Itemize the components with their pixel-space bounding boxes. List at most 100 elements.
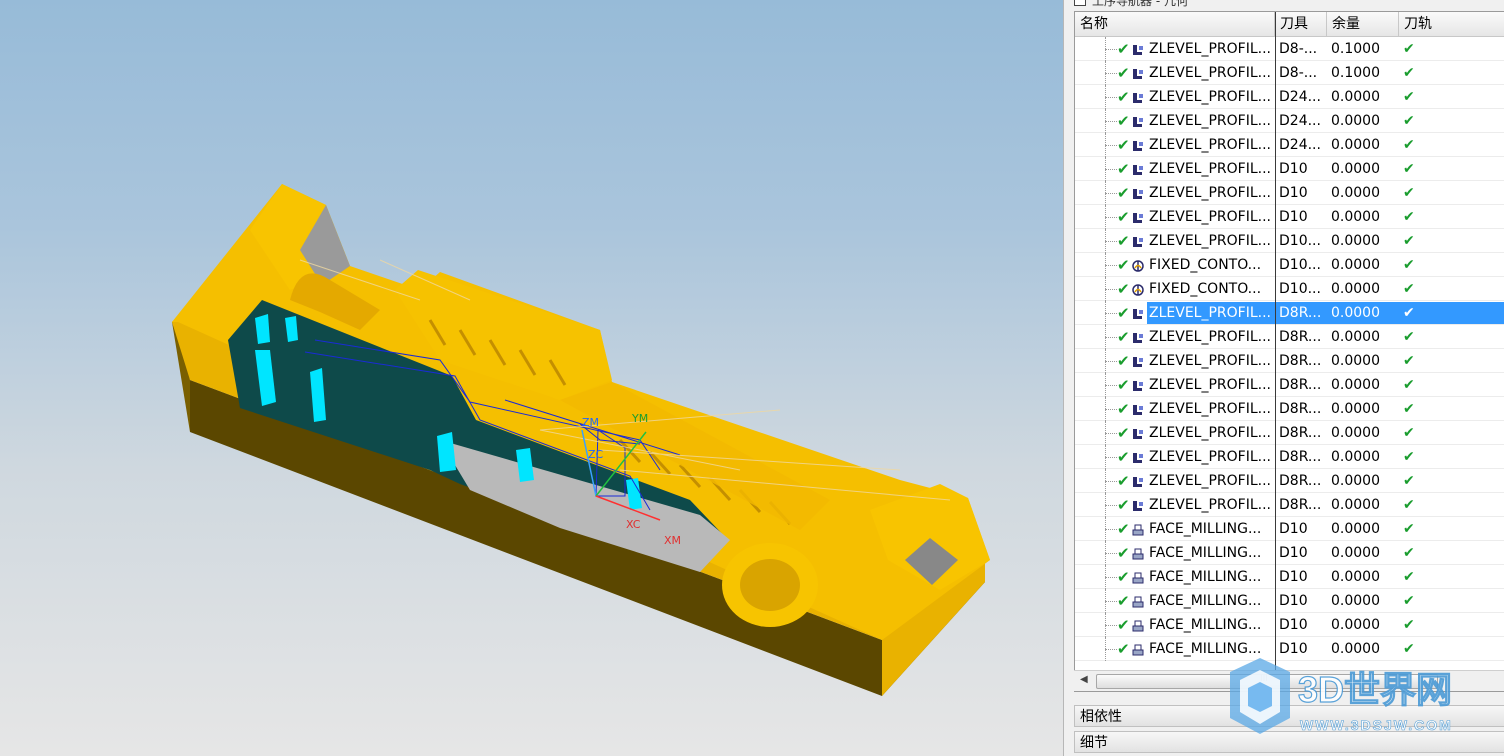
table-row[interactable]: ✔ ZLEVEL_PROFIL... D24... 0.0000 ✔ bbox=[1075, 85, 1504, 109]
operation-name[interactable]: FIXED_CONTO... bbox=[1147, 254, 1277, 276]
operation-stock: 0.0000 bbox=[1331, 401, 1380, 417]
operation-tool: D8-... bbox=[1279, 41, 1318, 57]
operation-name[interactable]: ZLEVEL_PROFIL... bbox=[1147, 134, 1277, 156]
mold-model-render: ZM YM ZC XC XM bbox=[172, 184, 990, 696]
table-row[interactable]: ✔ ZLEVEL_PROFIL... D8R... 0.0000 ✔ bbox=[1075, 421, 1504, 445]
toolpath-status-icon: ✔ bbox=[1403, 41, 1415, 57]
table-row[interactable]: ✔ FACE_MILLING... D10 0.0000 ✔ bbox=[1075, 517, 1504, 541]
operation-name[interactable]: FACE_MILLING... bbox=[1147, 614, 1277, 636]
table-row[interactable]: ✔ FACE_MILLING... D10 0.0000 ✔ bbox=[1075, 541, 1504, 565]
operation-name[interactable]: ZLEVEL_PROFIL... bbox=[1147, 470, 1277, 492]
table-row[interactable]: ✔ ZLEVEL_PROFIL... D10 0.0000 ✔ bbox=[1075, 205, 1504, 229]
column-header-stock[interactable]: 余量 bbox=[1327, 12, 1399, 36]
operation-stock: 0.0000 bbox=[1331, 161, 1380, 177]
axis-label-zm: ZM bbox=[582, 416, 599, 429]
table-row[interactable]: ✔ ZLEVEL_PROFIL... D8R... 0.0000 ✔ bbox=[1075, 445, 1504, 469]
table-row[interactable]: ✔ FACE_MILLING... D10 0.0000 ✔ bbox=[1075, 637, 1504, 661]
column-header-toolpath[interactable]: 刀轨 bbox=[1399, 12, 1504, 36]
operation-name[interactable]: ZLEVEL_PROFIL... bbox=[1147, 86, 1277, 108]
status-ok-icon: ✔ bbox=[1117, 616, 1130, 634]
table-row[interactable]: ✔ FIXED_CONTO... D10... 0.0000 ✔ bbox=[1075, 277, 1504, 301]
toolpath-status-icon: ✔ bbox=[1403, 137, 1415, 153]
horizontal-scrollbar[interactable]: ◀ III bbox=[1074, 670, 1504, 691]
operation-name[interactable]: ZLEVEL_PROFIL... bbox=[1147, 38, 1277, 60]
table-row[interactable]: ✔ FIXED_CONTO... D10... 0.0000 ✔ bbox=[1075, 253, 1504, 277]
column-header-name[interactable]: 名称 bbox=[1075, 12, 1275, 36]
zlevel-profile-icon bbox=[1131, 426, 1145, 440]
zlevel-profile-icon bbox=[1131, 354, 1145, 368]
operation-stock: 0.0000 bbox=[1331, 641, 1380, 657]
operation-name[interactable]: FACE_MILLING... bbox=[1147, 590, 1277, 612]
axis-label-zc: ZC bbox=[588, 448, 604, 461]
table-row[interactable]: ✔ ZLEVEL_PROFIL... D8R... 0.0000 ✔ bbox=[1075, 469, 1504, 493]
operation-tool: D10 bbox=[1279, 569, 1308, 585]
table-row[interactable]: ✔ FACE_MILLING... D10 0.0000 ✔ bbox=[1075, 565, 1504, 589]
operation-name[interactable]: FACE_MILLING... bbox=[1147, 542, 1277, 564]
scroll-left-icon[interactable]: ◀ bbox=[1080, 674, 1088, 685]
operation-stock: 0.0000 bbox=[1331, 209, 1380, 225]
operation-name[interactable]: ZLEVEL_PROFIL... bbox=[1147, 494, 1277, 516]
collapse-toggle-icon[interactable] bbox=[1074, 0, 1086, 6]
section-details[interactable]: 细节 bbox=[1074, 731, 1504, 753]
operation-name[interactable]: ZLEVEL_PROFIL... bbox=[1147, 230, 1277, 252]
operation-name[interactable]: FACE_MILLING... bbox=[1147, 638, 1277, 660]
operation-name[interactable]: ZLEVEL_PROFIL... bbox=[1147, 206, 1277, 228]
table-row[interactable]: ✔ FACE_MILLING... D10 0.0000 ✔ bbox=[1075, 589, 1504, 613]
toolpath-status-icon: ✔ bbox=[1403, 593, 1415, 609]
operation-stock: 0.0000 bbox=[1331, 329, 1380, 345]
operation-name[interactable]: FIXED_CONTO... bbox=[1147, 278, 1277, 300]
table-row[interactable]: ✔ ZLEVEL_PROFIL... D8R... 0.0000 ✔ bbox=[1075, 325, 1504, 349]
toolpath-status-icon: ✔ bbox=[1403, 377, 1415, 393]
table-row[interactable]: ✔ ZLEVEL_PROFIL... D10 0.0000 ✔ bbox=[1075, 157, 1504, 181]
toolpath-status-icon: ✔ bbox=[1403, 497, 1415, 513]
operation-stock: 0.0000 bbox=[1331, 497, 1380, 513]
operation-name[interactable]: ZLEVEL_PROFIL... bbox=[1147, 182, 1277, 204]
operation-name[interactable]: ZLEVEL_PROFIL... bbox=[1147, 302, 1277, 324]
section-dependencies[interactable]: 相依性 bbox=[1074, 705, 1504, 727]
operation-name[interactable]: ZLEVEL_PROFIL... bbox=[1147, 158, 1277, 180]
operation-tool: D10 bbox=[1279, 521, 1308, 537]
status-ok-icon: ✔ bbox=[1117, 352, 1130, 370]
zlevel-profile-icon bbox=[1131, 66, 1145, 80]
operation-tool: D8R... bbox=[1279, 377, 1322, 393]
status-ok-icon: ✔ bbox=[1117, 40, 1130, 58]
toolpath-status-icon: ✔ bbox=[1399, 302, 1504, 324]
operation-name[interactable]: FACE_MILLING... bbox=[1147, 518, 1277, 540]
operation-name[interactable]: ZLEVEL_PROFIL... bbox=[1147, 374, 1277, 396]
table-row[interactable]: ✔ ZLEVEL_PROFIL... D8R... 0.0000 ✔ bbox=[1075, 373, 1504, 397]
zlevel-profile-icon bbox=[1131, 474, 1145, 488]
column-header-tool[interactable]: 刀具 bbox=[1275, 12, 1327, 36]
operation-tool: D8R... bbox=[1279, 449, 1322, 465]
toolpath-status-icon: ✔ bbox=[1403, 113, 1415, 129]
toolpath-status-icon: ✔ bbox=[1403, 401, 1415, 417]
operation-tool: D10 bbox=[1279, 617, 1308, 633]
operation-tool: D24... bbox=[1279, 137, 1321, 153]
table-row[interactable]: ✔ FACE_MILLING... D10 0.0000 ✔ bbox=[1075, 613, 1504, 637]
table-row[interactable]: ✔ ZLEVEL_PROFIL... D10... 0.0000 ✔ bbox=[1075, 229, 1504, 253]
round-boss-inner bbox=[740, 559, 800, 611]
operation-name[interactable]: ZLEVEL_PROFIL... bbox=[1147, 422, 1277, 444]
operation-name[interactable]: ZLEVEL_PROFIL... bbox=[1147, 350, 1277, 372]
table-row[interactable]: ✔ ZLEVEL_PROFIL... D8R... 0.0000 ✔ bbox=[1075, 493, 1504, 517]
table-row[interactable]: ✔ ZLEVEL_PROFIL... D10 0.0000 ✔ bbox=[1075, 181, 1504, 205]
table-row[interactable]: ✔ ZLEVEL_PROFIL... D24... 0.0000 ✔ bbox=[1075, 109, 1504, 133]
operation-name[interactable]: ZLEVEL_PROFIL... bbox=[1147, 62, 1277, 84]
face-milling-icon bbox=[1131, 546, 1145, 560]
table-row[interactable]: ✔ ZLEVEL_PROFIL... D8R... 0.0000 ✔ bbox=[1075, 397, 1504, 421]
table-row[interactable]: ✔ ZLEVEL_PROFIL... D8-... 0.1000 ✔ bbox=[1075, 61, 1504, 85]
zlevel-profile-icon bbox=[1131, 138, 1145, 152]
table-row[interactable]: ✔ ZLEVEL_PROFIL... D8-... 0.1000 ✔ bbox=[1075, 37, 1504, 61]
operation-name[interactable]: FACE_MILLING... bbox=[1147, 566, 1277, 588]
operation-name[interactable]: ZLEVEL_PROFIL... bbox=[1147, 446, 1277, 468]
operation-name[interactable]: ZLEVEL_PROFIL... bbox=[1147, 326, 1277, 348]
operation-navigator-panel: 工序导航器 - 几何 名称 刀具 余量 刀轨 ✔ ZLEVEL_PROFIL...… bbox=[1063, 0, 1504, 756]
toolpath-status-icon: ✔ bbox=[1403, 329, 1415, 345]
operation-name[interactable]: ZLEVEL_PROFIL... bbox=[1147, 398, 1277, 420]
table-row[interactable]: ✔ ZLEVEL_PROFIL... D8R... 0.0000 ✔ bbox=[1075, 301, 1504, 325]
graphics-viewport[interactable]: ZM YM ZC XC XM bbox=[0, 0, 1063, 756]
table-row[interactable]: ✔ ZLEVEL_PROFIL... D8R... 0.0000 ✔ bbox=[1075, 349, 1504, 373]
table-row[interactable]: ✔ ZLEVEL_PROFIL... D24... 0.0000 ✔ bbox=[1075, 133, 1504, 157]
status-ok-icon: ✔ bbox=[1117, 544, 1130, 562]
zlevel-profile-icon bbox=[1131, 330, 1145, 344]
operation-name[interactable]: ZLEVEL_PROFIL... bbox=[1147, 110, 1277, 132]
